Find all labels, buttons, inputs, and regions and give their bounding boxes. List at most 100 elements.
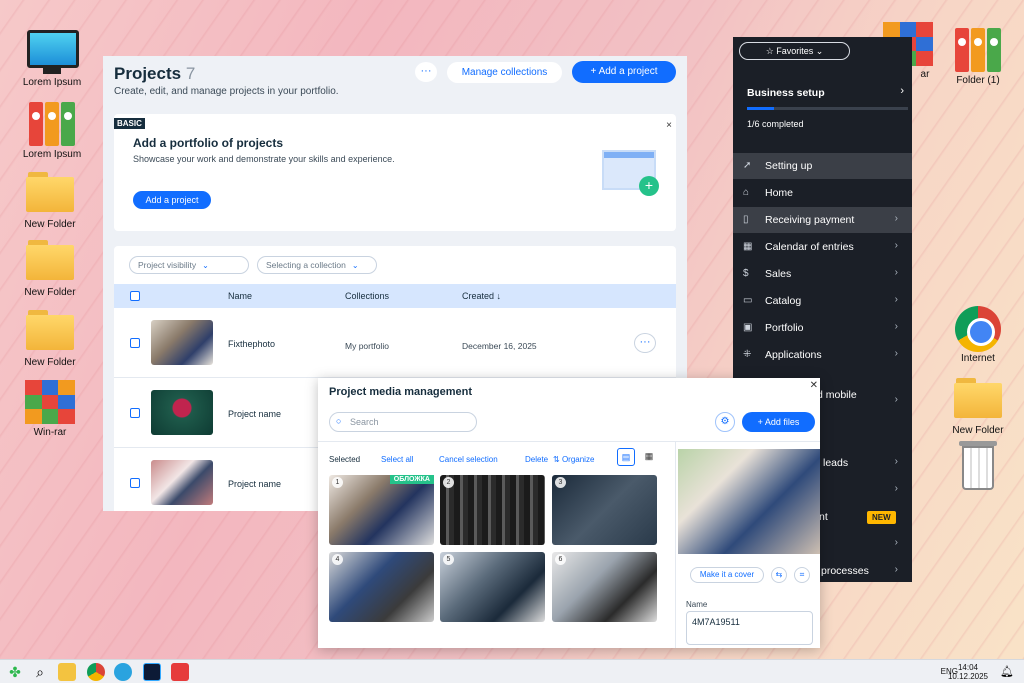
sidebar-item-applications[interactable]: ⁜ Applications ›	[733, 342, 912, 368]
close-icon[interactable]: ×	[666, 120, 672, 131]
sidebar-item-home[interactable]: ⌂ Home	[733, 180, 912, 206]
column-collections[interactable]: Collections	[345, 291, 389, 301]
large-view-toggle[interactable]: ▤	[617, 448, 635, 466]
file-explorer-icon[interactable]	[58, 663, 76, 681]
column-name[interactable]: Name	[228, 291, 252, 301]
name-label: Name	[686, 600, 708, 609]
clock[interactable]: 14:04 10.12.2025	[948, 663, 988, 681]
close-icon[interactable]: ✕	[810, 380, 818, 391]
modal-title: Project media management	[329, 386, 473, 398]
chevron-right-icon: ›	[894, 394, 898, 405]
cover-badge: ОБЛОЖКА	[389, 475, 434, 484]
organize-button[interactable]: ⇅ Organize	[553, 455, 594, 464]
sidebar-item-catalog[interactable]: ▭ Catalog ›	[733, 288, 912, 314]
chevron-down-icon: ⌄	[202, 261, 209, 270]
project-name[interactable]: Project name	[228, 479, 281, 489]
sidebar-item-portfolio[interactable]: ▣ Portfolio ›	[733, 315, 912, 341]
search-icon[interactable]: ⌕	[31, 663, 49, 681]
search-input[interactable]: ○ Search	[329, 412, 477, 432]
delete-button[interactable]: Delete	[525, 455, 548, 464]
taskbar: ✤ ⌕ ENG 14:04 10.12.2025 🔔︎	[0, 659, 1024, 683]
business-setup-title: Business setup	[747, 87, 825, 99]
desktop-icon-folder-1[interactable]: Folder (1)	[943, 28, 1013, 86]
replace-icon[interactable]: ⇆	[771, 567, 787, 583]
crop-icon[interactable]: ⌗	[794, 567, 810, 583]
calendar-icon: ▦	[743, 241, 753, 252]
payment-icon: ▯	[743, 214, 749, 225]
row-checkbox[interactable]	[130, 478, 140, 488]
home-icon: ⌂	[743, 187, 750, 198]
desktop-icon-winrar[interactable]: Win-rar	[15, 380, 85, 438]
grid-view-toggle[interactable]: ▦	[640, 448, 658, 466]
row-more-button[interactable]: ···	[634, 333, 656, 353]
card-add-project-button[interactable]: Add a project	[133, 191, 211, 209]
media-thumbnail[interactable]: 3	[552, 475, 657, 545]
project-name[interactable]: Fixthephoto	[228, 339, 275, 349]
desktop-icon-folder[interactable]: New Folder	[15, 310, 85, 368]
sidebar-item-label: Calendar of entries	[765, 241, 854, 253]
organize-icon: ⇅	[553, 455, 562, 464]
favorites-button[interactable]: ☆ Favorites ⌄	[739, 42, 850, 60]
sidebar-item-setting-up[interactable]: ➚ Setting up	[733, 153, 912, 179]
folder-icon	[25, 240, 75, 284]
desktop-icon-folder[interactable]: New Folder	[943, 378, 1013, 436]
chevron-right-icon: ›	[894, 321, 898, 332]
telegram-icon[interactable]	[114, 663, 132, 681]
desktop-icon-binders[interactable]: Lorem Ipsum	[17, 102, 87, 160]
more-actions-button[interactable]: ···	[415, 62, 437, 82]
media-thumbnail[interactable]: 6	[552, 552, 657, 622]
sidebar-item-label: processes	[821, 565, 869, 577]
sidebar-item-label: Portfolio	[765, 322, 804, 334]
sidebar-item-label: Applications	[765, 349, 822, 361]
desktop-icon-computer[interactable]: Lorem Ipsum	[17, 30, 87, 88]
row-checkbox[interactable]	[130, 338, 140, 348]
monitor-icon	[27, 30, 79, 74]
row-checkbox[interactable]	[130, 408, 140, 418]
name-field[interactable]: 4M7A19511	[686, 611, 813, 645]
add-project-button[interactable]: + Add a project	[572, 61, 676, 83]
folder-icon	[25, 310, 75, 354]
cancel-selection-button[interactable]: Cancel selection	[439, 455, 498, 464]
chevron-down-icon: ⌄	[351, 261, 359, 270]
desktop-icon-label: Folder (1)	[956, 75, 1000, 86]
chevron-right-icon: ›	[894, 213, 898, 224]
select-all-checkbox[interactable]	[130, 291, 140, 301]
manage-collections-button[interactable]: Manage collections	[447, 62, 562, 83]
photoshop-icon[interactable]	[143, 663, 161, 681]
page-title: Projects 7	[114, 64, 196, 83]
binders-icon	[27, 102, 77, 146]
sidebar-item-receiving-payment[interactable]: ▯ Receiving payment ›	[733, 207, 912, 233]
desktop-icon-folder[interactable]: New Folder	[15, 240, 85, 298]
sidebar-item-label: Sales	[765, 268, 792, 280]
visibility-filter[interactable]: Project visibility ⌄	[129, 256, 249, 274]
table-row[interactable]: Fixthephoto My portfolio December 16, 20…	[114, 308, 676, 378]
media-thumbnail[interactable]: 1 ОБЛОЖКА	[329, 475, 434, 545]
add-files-button[interactable]: + Add files	[742, 412, 815, 432]
rocket-icon: ➚	[743, 160, 752, 171]
select-all-button[interactable]: Select all	[381, 455, 413, 464]
desktop-icon-folder[interactable]: New Folder	[15, 172, 85, 230]
chevron-right-icon: ›	[894, 537, 898, 548]
notification-icon[interactable]: 🔔︎	[998, 663, 1016, 681]
chrome-icon[interactable]	[87, 663, 105, 681]
media-thumbnail[interactable]: 5	[440, 552, 545, 622]
app-icon[interactable]	[171, 663, 189, 681]
media-thumbnail[interactable]: 4	[329, 552, 434, 622]
apps-icon: ⁜	[743, 349, 752, 360]
sidebar-item-sales[interactable]: $ Sales ›	[733, 261, 912, 287]
desktop-icon-recycle-bin[interactable]	[943, 441, 1013, 493]
chevron-right-icon: ›	[894, 267, 898, 278]
project-collection: My portfolio	[345, 341, 389, 351]
column-created[interactable]: Created ↓	[462, 291, 501, 301]
start-icon[interactable]: ✤	[6, 663, 24, 681]
sidebar-item-calendar[interactable]: ▦ Calendar of entries ›	[733, 234, 912, 260]
project-thumbnail	[151, 390, 213, 435]
media-thumbnail[interactable]: 2	[440, 475, 545, 545]
desktop-icon-internet[interactable]: Internet	[943, 306, 1013, 364]
project-name[interactable]: Project name	[228, 409, 281, 419]
business-setup-card[interactable]: Business setup › 1/6 completed	[733, 75, 912, 142]
make-cover-button[interactable]: Make it a cover	[690, 567, 764, 583]
desktop-icon-label: Lorem Ipsum	[22, 77, 82, 88]
collection-filter[interactable]: Selecting a collection ⌄	[257, 256, 377, 274]
gear-icon[interactable]: ⚙	[715, 412, 735, 432]
